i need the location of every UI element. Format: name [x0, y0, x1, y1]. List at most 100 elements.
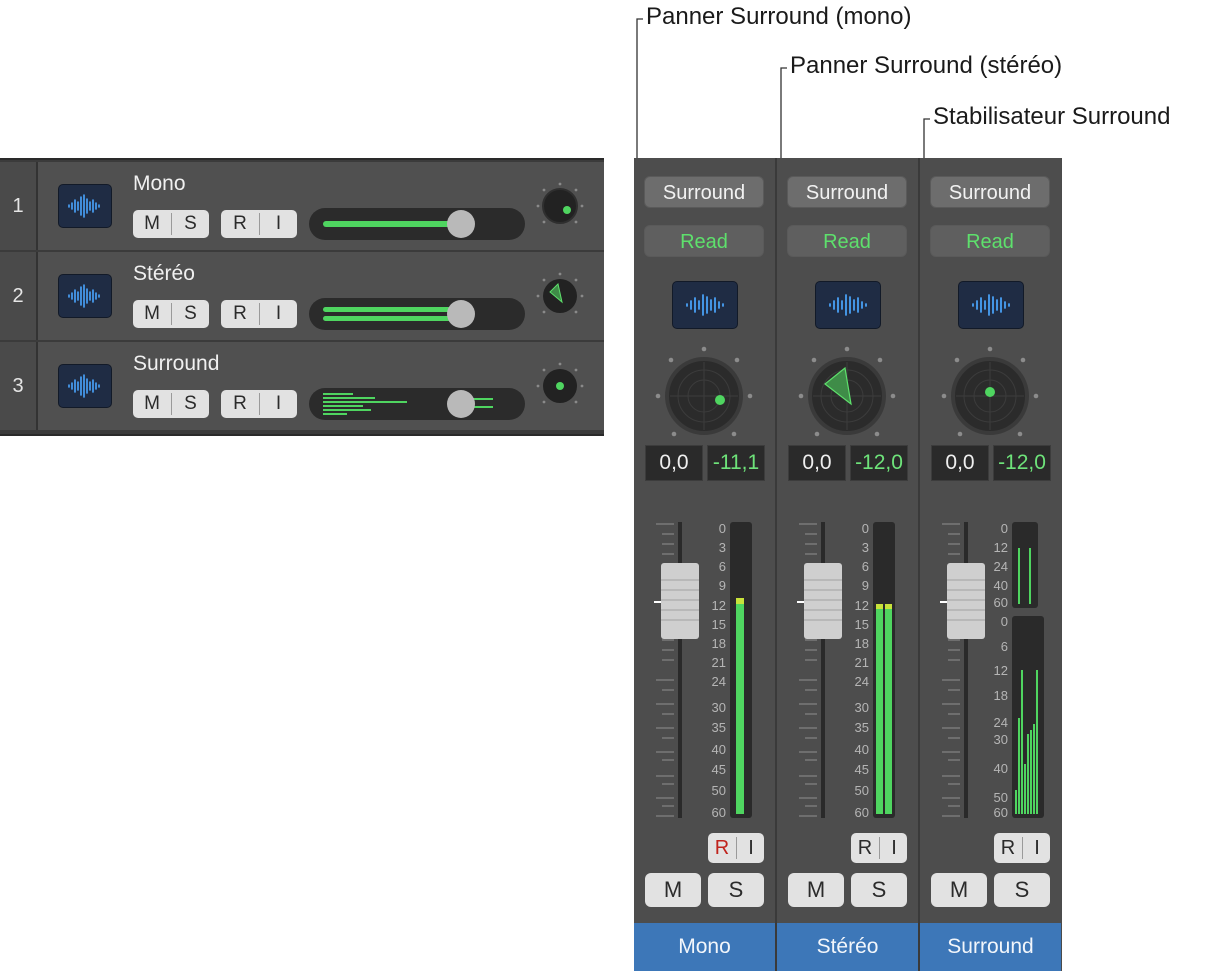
volume-value[interactable]: -12,0	[850, 445, 908, 481]
meter-scale-label: 30	[994, 732, 1008, 747]
volume-slider-knob[interactable]	[447, 390, 475, 418]
meter-scale-label: 40	[994, 761, 1008, 776]
mute-button[interactable]: M	[133, 210, 171, 238]
input-monitoring-button[interactable]: I	[737, 833, 764, 863]
record-enable-button[interactable]: R	[221, 300, 259, 328]
solo-button[interactable]: S	[851, 873, 907, 907]
meter-scale-label: 3	[862, 540, 869, 555]
mute-solo-group: M S	[133, 210, 209, 238]
meter-scale-label: 30	[855, 700, 869, 715]
meter-scale-label: 12	[994, 663, 1008, 678]
meter-scale-label: 24	[712, 674, 726, 689]
track-number-cell: 2	[0, 252, 38, 340]
track-name[interactable]: Stéréo	[133, 262, 195, 286]
input-monitoring-button[interactable]: I	[260, 390, 297, 418]
record-enable-button[interactable]: R	[851, 833, 879, 863]
record-enable-button[interactable]: R	[221, 210, 259, 238]
meter-scale-label: 15	[712, 617, 726, 632]
meter-scale-label: 60	[994, 805, 1008, 820]
volume-slider-knob[interactable]	[447, 210, 475, 238]
input-monitoring-button[interactable]: I	[260, 210, 297, 238]
track-row-surround[interactable]: 3 Surround M S R I	[0, 342, 604, 430]
volume-value[interactable]: -12,0	[993, 445, 1051, 481]
audio-waveform-icon[interactable]	[58, 364, 112, 408]
mute-button[interactable]: M	[645, 873, 701, 907]
volume-slider[interactable]	[309, 208, 525, 240]
meter-scale-label: 21	[712, 655, 726, 670]
meter-scale-label: 6	[862, 559, 869, 574]
volume-level-bar-right	[323, 316, 459, 321]
meter-scale-label: 50	[994, 790, 1008, 805]
surround-panner-mono[interactable]	[654, 346, 754, 446]
volume-slider[interactable]	[309, 298, 525, 330]
channel-name[interactable]: Surround	[920, 923, 1061, 971]
mute-button[interactable]: M	[931, 873, 987, 907]
mute-solo-group: M S	[133, 300, 209, 328]
callout-panner-stereo: Panner Surround (stéréo)	[790, 52, 1063, 79]
pan-value[interactable]: 0,0	[645, 445, 703, 481]
volume-fader-mono[interactable]: 0 3 6 9 12 15 18 21 24 30 35 40 45 50 60	[644, 518, 766, 823]
volume-value[interactable]: -11,1	[707, 445, 765, 481]
input-monitoring-button[interactable]: I	[1023, 833, 1050, 863]
audio-waveform-icon[interactable]	[58, 274, 112, 318]
automation-mode-button[interactable]: Read	[787, 225, 907, 257]
meter-scale-label: 15	[855, 617, 869, 632]
audio-waveform-icon[interactable]	[815, 281, 881, 329]
surround-balancer[interactable]	[940, 346, 1040, 446]
record-enable-button[interactable]: R	[221, 390, 259, 418]
record-enable-button[interactable]: R	[994, 833, 1022, 863]
meter-scale-label: 12	[994, 540, 1008, 555]
output-button[interactable]: Surround	[644, 176, 764, 208]
pan-value[interactable]: 0,0	[931, 445, 989, 481]
track-name[interactable]: Mono	[133, 172, 186, 196]
track-list: 1 Mono M S R I 2 Stéréo M S R I 3 Surrou…	[0, 158, 604, 436]
volume-slider[interactable]	[309, 388, 525, 420]
meter-scale-label: 6	[719, 559, 726, 574]
solo-button[interactable]: S	[708, 873, 764, 907]
track-number-cell: 3	[0, 342, 38, 430]
surround-pan-knob[interactable]	[536, 362, 584, 410]
solo-button[interactable]: S	[994, 873, 1050, 907]
solo-button[interactable]: S	[172, 300, 209, 328]
track-row-mono[interactable]: 1 Mono M S R I	[0, 162, 604, 250]
audio-waveform-icon[interactable]	[672, 281, 738, 329]
output-button[interactable]: Surround	[930, 176, 1050, 208]
solo-button[interactable]: S	[172, 210, 209, 238]
channel-strip-mono: Surround Read 0,0 -11,1 0 3 6 9 12 15 18…	[634, 158, 775, 971]
mute-button[interactable]: M	[133, 390, 171, 418]
track-row-stereo[interactable]: 2 Stéréo M S R I	[0, 252, 604, 340]
meter-scale-label: 3	[719, 540, 726, 555]
meter-scale-label: 35	[855, 720, 869, 735]
channel-strip-stereo: Surround Read 0,0 -12,0 0 3 6 9 12 15 18…	[777, 158, 918, 971]
channel-name[interactable]: Mono	[634, 923, 775, 971]
volume-level-bar-left	[323, 307, 459, 312]
surround-panner-stereo[interactable]	[797, 346, 897, 446]
mute-button[interactable]: M	[133, 300, 171, 328]
input-monitoring-button[interactable]: I	[260, 300, 297, 328]
record-enable-button[interactable]: R	[708, 833, 736, 863]
meter-scale-label: 60	[855, 805, 869, 820]
meter-scale-label: 50	[855, 783, 869, 798]
automation-mode-button[interactable]: Read	[644, 225, 764, 257]
track-number-cell: 1	[0, 162, 38, 250]
track-number: 2	[12, 285, 24, 307]
mute-button[interactable]: M	[788, 873, 844, 907]
stereo-pan-knob[interactable]	[536, 272, 584, 320]
automation-mode-button[interactable]: Read	[930, 225, 1050, 257]
volume-fader-stereo[interactable]: 0 3 6 9 12 15 18 21 24 30 35 40 45 50 60	[787, 518, 909, 823]
input-monitoring-button[interactable]: I	[880, 833, 907, 863]
solo-button[interactable]: S	[172, 390, 209, 418]
pan-value[interactable]: 0,0	[788, 445, 846, 481]
audio-waveform-icon[interactable]	[958, 281, 1024, 329]
meter-scale-label: 18	[855, 636, 869, 651]
track-number: 1	[12, 195, 24, 217]
channel-name[interactable]: Stéréo	[777, 923, 918, 971]
output-button[interactable]: Surround	[787, 176, 907, 208]
volume-slider-knob[interactable]	[447, 300, 475, 328]
audio-waveform-icon[interactable]	[58, 184, 112, 228]
volume-fader-surround[interactable]: 0 12 24 40 60 0 6 12 18 24 30 40 50 60	[930, 518, 1052, 823]
meter-scale-label: 40	[855, 742, 869, 757]
meter-scale-label: 0	[719, 521, 726, 536]
pan-knob[interactable]	[536, 182, 584, 230]
track-name[interactable]: Surround	[133, 352, 219, 376]
